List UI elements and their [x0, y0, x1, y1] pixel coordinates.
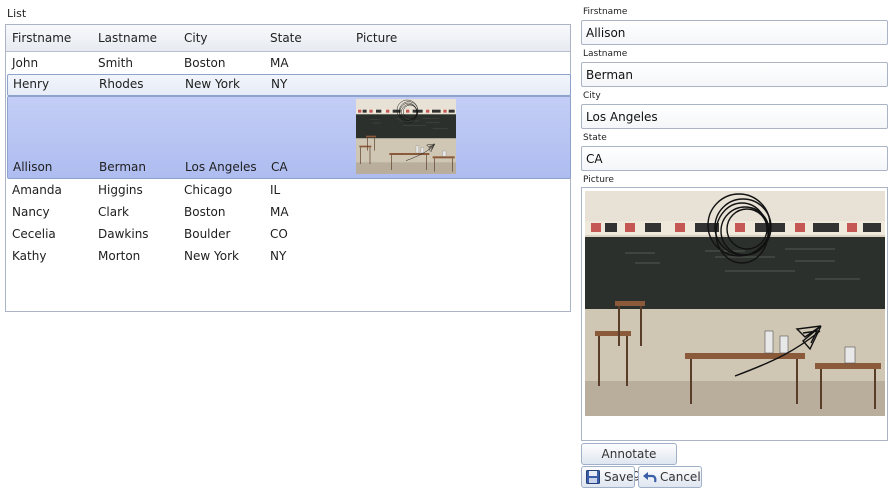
cell-city: New York [184, 249, 239, 263]
cell-state: CA [271, 160, 288, 174]
firstname-field[interactable] [581, 20, 888, 45]
firstname-label: Firstname [583, 7, 628, 17]
cell-firstname: Amanda [12, 183, 62, 197]
table-row[interactable]: Kathy Morton New York NY [7, 245, 571, 267]
cancel-label: Cancel [660, 470, 701, 484]
cell-lastname: Smith [98, 56, 133, 70]
cell-firstname: Allison [13, 160, 53, 174]
cell-firstname: Henry [13, 77, 50, 91]
cell-lastname: Berman [99, 160, 146, 174]
picture-image [585, 191, 885, 416]
state-field[interactable] [581, 146, 888, 171]
annotate-image-button[interactable]: Annotate Image [581, 443, 677, 481]
cell-state: IL [270, 183, 281, 197]
cell-lastname: Clark [98, 205, 129, 219]
cell-lastname: Dawkins [98, 227, 149, 241]
lastname-field[interactable] [581, 62, 888, 87]
cell-firstname: Cecelia [12, 227, 56, 241]
cell-city: Boston [184, 205, 226, 219]
cell-state: MA [270, 205, 289, 219]
table-row[interactable]: Henry Rhodes New York NY [7, 74, 571, 96]
cell-city: New York [185, 77, 240, 91]
cell-state: NY [270, 249, 287, 263]
column-header-lastname[interactable]: Lastname [98, 31, 157, 45]
floppy-disk-icon [586, 470, 600, 490]
city-label: City [583, 91, 601, 101]
column-header-picture[interactable]: Picture [356, 31, 397, 45]
table-row[interactable]: Cecelia Dawkins Boulder CO [7, 223, 571, 245]
state-label: State [583, 133, 607, 143]
save-button[interactable]: Save [581, 466, 635, 488]
cell-city: Boulder [184, 227, 231, 241]
column-header-city[interactable]: City [184, 31, 208, 45]
cell-firstname: Kathy [12, 249, 47, 263]
cell-lastname: Rhodes [99, 77, 144, 91]
picture-box [581, 187, 888, 441]
cell-state: NY [271, 77, 288, 91]
picture-thumbnail [356, 99, 456, 174]
cell-city: Los Angeles [185, 160, 257, 174]
undo-arrow-icon [642, 470, 658, 490]
grid-header: Firstname Lastname City State Picture [6, 25, 570, 52]
cell-lastname: Higgins [98, 183, 143, 197]
list-title: List [7, 7, 27, 20]
cell-state: MA [270, 56, 289, 70]
save-label: Save [604, 470, 634, 484]
cancel-button[interactable]: Cancel [638, 466, 702, 488]
cell-firstname: John [12, 56, 39, 70]
table-row-selected[interactable]: Allison Berman Los Angeles CA [7, 96, 571, 179]
cell-firstname: Nancy [12, 205, 50, 219]
city-field[interactable] [581, 104, 888, 129]
lastname-label: Lastname [583, 49, 628, 59]
cell-lastname: Morton [98, 249, 141, 263]
column-header-state[interactable]: State [270, 31, 302, 45]
table-row[interactable]: Amanda Higgins Chicago IL [7, 179, 571, 201]
table-row[interactable]: John Smith Boston MA [7, 52, 571, 74]
people-grid[interactable]: Firstname Lastname City State Picture Jo… [5, 24, 571, 312]
cell-state: CO [270, 227, 288, 241]
table-row[interactable]: Nancy Clark Boston MA [7, 201, 571, 223]
cell-city: Chicago [184, 183, 233, 197]
cell-city: Boston [184, 56, 226, 70]
picture-label: Picture [583, 175, 614, 185]
column-header-firstname[interactable]: Firstname [12, 31, 71, 45]
